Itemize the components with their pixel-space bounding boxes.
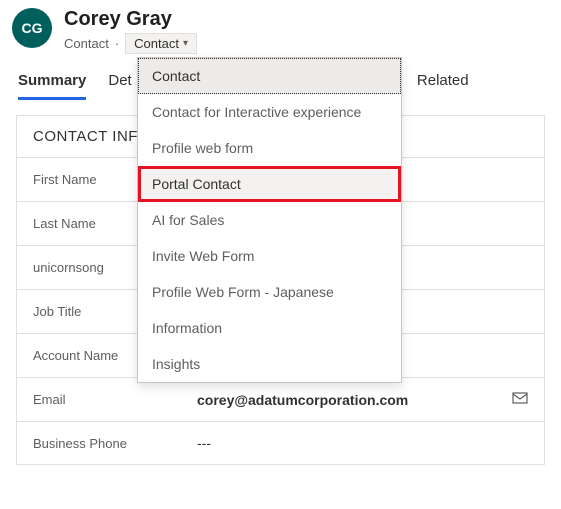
dd-item-insights[interactable]: Insights [138, 346, 401, 382]
field-business-phone[interactable]: Business Phone --- [17, 421, 544, 465]
form-selector-button[interactable]: Contact ▾ [125, 33, 197, 54]
title-block: Corey Gray Contact · Contact ▾ [64, 8, 197, 54]
subtitle-row: Contact · Contact ▾ [64, 33, 197, 54]
dd-item-profile-web-form[interactable]: Profile web form [138, 130, 401, 166]
tab-details[interactable]: Det [108, 72, 131, 100]
form-selector-label: Contact [134, 36, 179, 51]
dd-item-information[interactable]: Information [138, 310, 401, 346]
dd-item-contact[interactable]: Contact [138, 58, 401, 94]
field-email[interactable]: Email corey@adatumcorporation.com [17, 377, 544, 421]
value-business-phone[interactable]: --- [193, 435, 528, 451]
form-selector-dropdown: Contact Contact for Interactive experien… [137, 57, 402, 383]
tab-summary[interactable]: Summary [18, 72, 86, 100]
separator-dot: · [115, 36, 119, 51]
label-business-phone: Business Phone [33, 436, 193, 451]
label-email: Email [33, 392, 193, 407]
dd-item-profile-web-form-jp[interactable]: Profile Web Form - Japanese [138, 274, 401, 310]
record-header: CG Corey Gray Contact · Contact ▾ [0, 0, 561, 58]
dd-item-portal-contact[interactable]: Portal Contact [138, 166, 401, 202]
dd-item-contact-interactive[interactable]: Contact for Interactive experience [138, 94, 401, 130]
page-title: Corey Gray [64, 8, 197, 31]
entity-label: Contact [64, 36, 109, 51]
avatar: CG [12, 8, 52, 48]
chevron-down-icon: ▾ [183, 38, 188, 49]
dd-item-invite-web-form[interactable]: Invite Web Form [138, 238, 401, 274]
value-email[interactable]: corey@adatumcorporation.com [193, 392, 512, 408]
send-email-icon[interactable] [512, 391, 528, 408]
dd-item-ai-for-sales[interactable]: AI for Sales [138, 202, 401, 238]
tab-related[interactable]: Related [417, 72, 469, 100]
